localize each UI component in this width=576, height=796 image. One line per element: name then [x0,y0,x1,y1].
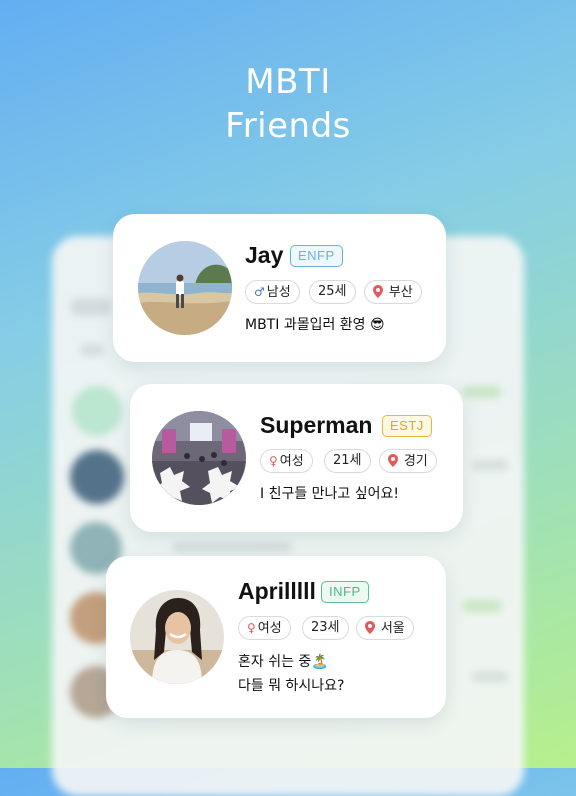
location-pin-icon [365,621,379,635]
mbti-badge: INFP [321,581,369,603]
location-chip: 서울 [356,616,414,640]
status-message-line-2: 다들 뭐 하시나요? [238,678,345,694]
location-chip: 경기 [379,449,437,473]
page-title: MBTI Friends [0,60,576,148]
status-message: MBTI 과몰입러 환영 😎 [245,317,385,333]
location-label: 부산 [388,285,413,300]
mbti-badge: ESTJ [382,415,432,437]
female-icon: ♀ [247,621,256,635]
location-pin-icon [388,454,402,468]
profile-card-aprilllll[interactable]: Aprilllll INFP ♀ 여성 23세 서울 혼자 쉬는 중🏝️ 다들 뭐… [106,556,446,718]
title-line-2: Friends [225,106,351,146]
age-chip: 23세 [302,616,349,640]
mbti-badge: ENFP [290,245,343,267]
gender-chip: ♀ 여성 [238,616,291,640]
location-pin-icon [373,285,387,299]
gender-chip: ♂ 남성 [245,280,300,304]
age-label: 23세 [311,620,340,635]
profile-name: Jay [245,242,284,268]
status-message-line-1: 혼자 쉬는 중🏝️ [238,654,329,670]
age-label: 21세 [333,453,362,468]
location-label: 경기 [403,454,428,469]
status-message: I 친구들 만나고 싶어요! [260,486,400,502]
avatar [130,590,224,684]
location-label: 서울 [380,621,405,636]
title-line-1: MBTI [245,62,331,102]
gender-label: 여성 [279,454,304,469]
age-label: 25세 [318,284,347,299]
profile-name: Superman [260,412,373,438]
gender-chip: ♀ 여성 [260,449,313,473]
avatar [138,241,232,335]
male-icon: ♂ [254,285,265,299]
status-message: 혼자 쉬는 중🏝️ 다들 뭐 하시나요? [238,650,345,698]
profile-card-jay[interactable]: Jay ENFP ♂ 남성 25세 부산 MBTI 과몰입러 환영 😎 [113,214,446,362]
gender-label: 여성 [257,621,282,636]
location-chip: 부산 [364,280,422,304]
profile-card-superman[interactable]: Superman ESTJ ♀ 여성 21세 경기 I 친구들 만나고 싶어요! [130,384,463,532]
age-chip: 21세 [324,449,371,473]
female-icon: ♀ [269,454,278,468]
gender-label: 남성 [266,285,291,300]
profile-name: Aprilllll [238,578,316,604]
age-chip: 25세 [309,280,356,304]
avatar [152,411,246,505]
